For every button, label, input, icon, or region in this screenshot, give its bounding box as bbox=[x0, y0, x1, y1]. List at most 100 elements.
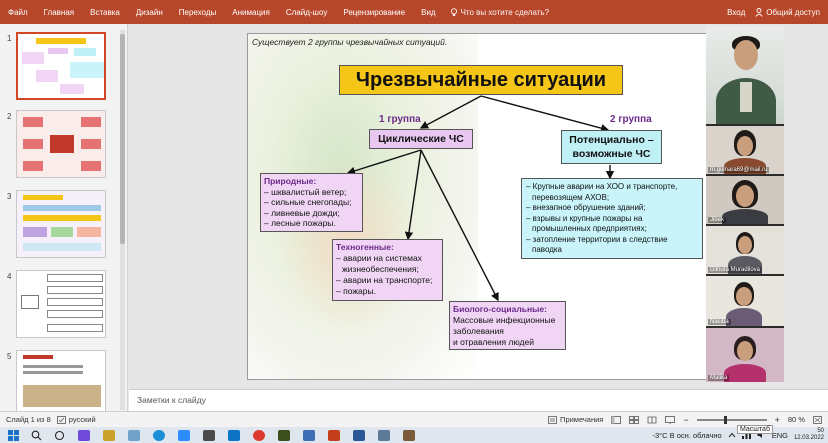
zoom-out-button[interactable]: − bbox=[683, 415, 688, 425]
slide-title-box[interactable]: Чрезвычайные ситуации bbox=[339, 65, 623, 95]
video-tile-participant-2[interactable]: m.gulnara69@mail.ru bbox=[706, 126, 784, 174]
video-tile-participant-5[interactable]: Nasiba bbox=[706, 276, 784, 326]
potential-list-item: промышленных предприятиях; bbox=[532, 224, 647, 233]
technogenic-item: жизнеобеспечения; bbox=[342, 264, 419, 274]
task-view-icon[interactable] bbox=[54, 430, 65, 441]
zoom-level[interactable]: 80 % bbox=[788, 415, 805, 424]
sign-in-link[interactable]: Вход bbox=[727, 8, 745, 17]
tab-transitions[interactable]: Переходы bbox=[171, 8, 225, 17]
cyclic-es-box[interactable]: Циклические ЧС bbox=[369, 129, 473, 149]
app-icon-purple[interactable] bbox=[78, 429, 90, 441]
technogenic-header: Техногенные: bbox=[336, 242, 394, 252]
slide-thumbnails-panel: 1 2 3 4 5 bbox=[0, 24, 128, 418]
slide-editor: Существует 2 группы чрезвычайных ситуаци… bbox=[129, 24, 708, 389]
tab-animation[interactable]: Анимация bbox=[224, 8, 278, 17]
notes-icon bbox=[548, 415, 557, 424]
slide-notes-pane[interactable]: Заметки к слайду bbox=[129, 389, 828, 411]
biosocial-es-box[interactable]: Биолого-социальные: Массовые инфекционны… bbox=[449, 301, 566, 350]
tab-review[interactable]: Рецензирование bbox=[335, 8, 413, 17]
potential-es-box[interactable]: Потенциально – возможные ЧС bbox=[561, 130, 662, 164]
thumbnail-row-1[interactable]: 1 bbox=[0, 32, 128, 104]
thumbnail-slide-3[interactable] bbox=[16, 190, 106, 258]
clock[interactable]: 50 12.03.2022 bbox=[794, 428, 824, 442]
potential-list-item: – Крупные аварии на ХОО и транспорте, bbox=[526, 182, 678, 191]
app-icon-slate[interactable] bbox=[378, 429, 390, 441]
app-icon-brown[interactable] bbox=[403, 429, 415, 441]
ribbon: Файл Главная Вставка Дизайн Переходы Ани… bbox=[0, 0, 828, 24]
natural-item: – шквалистый ветер; bbox=[264, 186, 347, 197]
thumbnail-scrollbar[interactable] bbox=[120, 30, 125, 410]
tab-insert[interactable]: Вставка bbox=[82, 8, 128, 17]
slide-counter: Слайд 1 из 8 bbox=[6, 415, 51, 424]
zoom-app-icon[interactable] bbox=[178, 429, 190, 441]
thumbnail-row-3[interactable]: 3 bbox=[0, 190, 128, 262]
app-icon-blue[interactable] bbox=[303, 429, 315, 441]
potential-es-line-1: Потенциально – bbox=[569, 134, 654, 146]
slideshow-icon[interactable] bbox=[665, 415, 676, 424]
chrome-icon[interactable] bbox=[253, 429, 265, 441]
tab-home[interactable]: Главная bbox=[36, 8, 82, 17]
slide-canvas[interactable]: Существует 2 группы чрезвычайных ситуаци… bbox=[247, 33, 708, 380]
clock-date: 12.03.2022 bbox=[793, 435, 824, 441]
participant-name: Nasiba bbox=[708, 319, 731, 325]
word-icon[interactable] bbox=[353, 429, 365, 441]
slide-sorter-icon[interactable] bbox=[629, 415, 640, 424]
video-tile-participant-6[interactable]: Malika bbox=[706, 328, 784, 382]
technogenic-es-box[interactable]: Техногенные: – аварии на системах жизнео… bbox=[332, 239, 443, 301]
app-icon-olive[interactable] bbox=[278, 429, 290, 441]
potential-es-list-box[interactable]: – Крупные аварии на ХОО и транспорте, пе… bbox=[521, 178, 703, 259]
tell-me-box[interactable]: Что вы хотите сделать? bbox=[450, 8, 549, 17]
fit-slide-icon[interactable] bbox=[813, 415, 822, 424]
app-icon-dark[interactable] bbox=[203, 429, 215, 441]
thumbnail-number: 4 bbox=[7, 272, 12, 281]
reading-view-icon[interactable] bbox=[647, 416, 657, 424]
notes-placeholder: Заметки к слайду bbox=[137, 395, 206, 405]
tell-me-text: Что вы хотите сделать? bbox=[460, 7, 550, 17]
share-button[interactable]: Общий доступ bbox=[755, 8, 820, 17]
chevron-up-icon[interactable] bbox=[728, 432, 736, 438]
thumbnail-number: 5 bbox=[7, 352, 12, 361]
thumbnail-slide-4[interactable] bbox=[16, 270, 106, 338]
input-language[interactable]: ENG bbox=[772, 431, 788, 440]
zoom-in-button[interactable]: + bbox=[775, 415, 780, 425]
notes-toggle-label: Примечания bbox=[560, 415, 604, 424]
tab-file[interactable]: Файл bbox=[0, 8, 36, 17]
thumbnail-row-4[interactable]: 4 bbox=[0, 270, 128, 342]
app-icon-blue-gray[interactable] bbox=[128, 429, 140, 441]
video-tile-participant-4[interactable]: Dilnura Muradilova bbox=[706, 226, 784, 274]
search-icon[interactable] bbox=[31, 430, 42, 441]
normal-view-icon[interactable] bbox=[611, 415, 622, 424]
powerpoint-icon[interactable] bbox=[328, 429, 340, 441]
natural-item: – лесные пожары. bbox=[264, 218, 336, 228]
video-tile-participant-3[interactable]: Jibek bbox=[706, 176, 784, 224]
thumbnail-slide-1[interactable] bbox=[16, 32, 106, 100]
thumbnail-slide-2[interactable] bbox=[16, 110, 106, 178]
lightbulb-icon bbox=[450, 7, 457, 16]
windows-taskbar: -3°C В осн. облачно ENG 50 12.03.2022 bbox=[0, 427, 828, 443]
zoom-slider-thumb[interactable] bbox=[723, 415, 727, 424]
zoom-slider[interactable] bbox=[696, 415, 767, 424]
store-icon[interactable] bbox=[228, 429, 240, 441]
tab-design[interactable]: Дизайн bbox=[128, 8, 171, 17]
participant-name: Malika bbox=[708, 375, 730, 381]
tab-view[interactable]: Вид bbox=[413, 8, 443, 17]
spellcheck-indicator[interactable]: русский bbox=[56, 415, 96, 424]
thumbnail-number: 3 bbox=[7, 192, 12, 201]
potential-list-item: – внезапное обрушение зданий; bbox=[526, 203, 646, 212]
edge-browser-icon[interactable] bbox=[153, 429, 165, 441]
zoom-tooltip: Масштаб bbox=[737, 425, 773, 434]
thumbnail-number: 1 bbox=[7, 34, 12, 43]
biosocial-item: заболевания bbox=[453, 326, 504, 336]
video-tile-presenter[interactable] bbox=[706, 26, 784, 124]
natural-es-box[interactable]: Природные: – шквалистый ветер; – сильные… bbox=[260, 173, 363, 232]
potential-list-item: – взрывы и крупные пожары на bbox=[526, 213, 643, 223]
app-icon-yellow[interactable] bbox=[103, 429, 115, 441]
windows-start-icon[interactable] bbox=[8, 429, 19, 441]
thumbnail-row-2[interactable]: 2 bbox=[0, 110, 128, 182]
notes-toggle-button[interactable]: Примечания bbox=[548, 415, 603, 424]
thumbnail-slide-5[interactable] bbox=[16, 350, 106, 418]
weather-widget[interactable]: -3°C В осн. облачно bbox=[652, 431, 721, 440]
tab-slideshow[interactable]: Слайд-шоу bbox=[278, 8, 335, 17]
video-call-panel: m.gulnara69@mail.ru Jibek Dilnura Muradi… bbox=[706, 26, 784, 382]
natural-item: – сильные снегопады; bbox=[264, 197, 352, 207]
